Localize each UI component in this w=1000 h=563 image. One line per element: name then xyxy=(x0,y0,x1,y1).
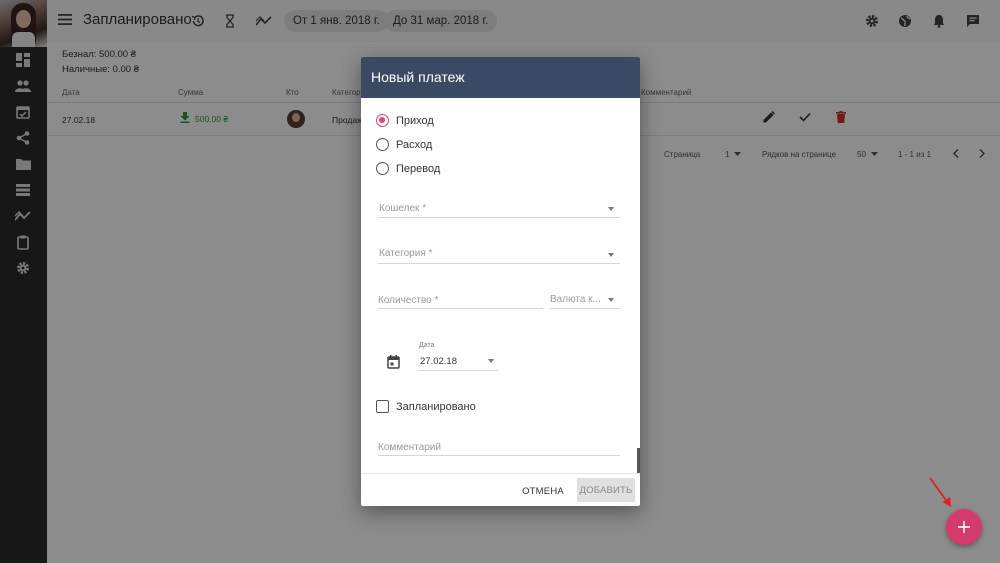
planned-label[interactable]: Запланировано xyxy=(396,401,476,413)
category-label: Категория * xyxy=(379,248,433,259)
radio-income[interactable] xyxy=(376,114,389,127)
dialog-scrollbar[interactable] xyxy=(637,448,640,474)
plus-icon xyxy=(958,521,970,533)
radio-expense-label[interactable]: Расход xyxy=(396,139,432,151)
quantity-underline xyxy=(378,308,543,309)
add-button[interactable]: ДОБАВИТЬ xyxy=(577,478,635,502)
cancel-button[interactable]: ОТМЕНА xyxy=(518,479,568,503)
add-payment-fab[interactable] xyxy=(946,509,982,545)
app-root: Запланировано От 1 янв. 2018 г. До 31 ма… xyxy=(0,0,1000,563)
divider xyxy=(361,473,640,474)
radio-transfer-label[interactable]: Перевод xyxy=(396,163,440,175)
radio-transfer[interactable] xyxy=(376,162,389,175)
radio-income-label[interactable]: Приход xyxy=(396,115,434,127)
new-payment-dialog: Новый платеж Приход Расход Перевод Кошел… xyxy=(361,57,640,506)
date-underline xyxy=(418,370,498,371)
wallet-underline xyxy=(378,217,620,218)
radio-expense[interactable] xyxy=(376,138,389,151)
calendar-icon[interactable] xyxy=(387,355,400,374)
chevron-down-icon xyxy=(608,298,614,302)
chevron-down-icon xyxy=(608,253,614,257)
currency-label: Валюта к... xyxy=(550,294,601,305)
dialog-header: Новый платеж xyxy=(361,57,640,98)
category-underline xyxy=(378,263,620,264)
date-value: 27.02.18 xyxy=(420,356,457,367)
quantity-label: Количество * xyxy=(378,295,439,306)
chevron-down-icon xyxy=(488,359,494,363)
wallet-label: Кошелек * xyxy=(379,203,427,214)
dialog-title: Новый платеж xyxy=(371,69,465,85)
date-label: Дата xyxy=(419,342,435,349)
comment-underline xyxy=(378,455,620,456)
planned-checkbox[interactable] xyxy=(376,400,389,413)
annotation-arrow-icon xyxy=(924,476,954,513)
comment-placeholder: Комментарий xyxy=(378,442,441,453)
currency-underline xyxy=(550,308,620,309)
chevron-down-icon xyxy=(608,207,614,211)
